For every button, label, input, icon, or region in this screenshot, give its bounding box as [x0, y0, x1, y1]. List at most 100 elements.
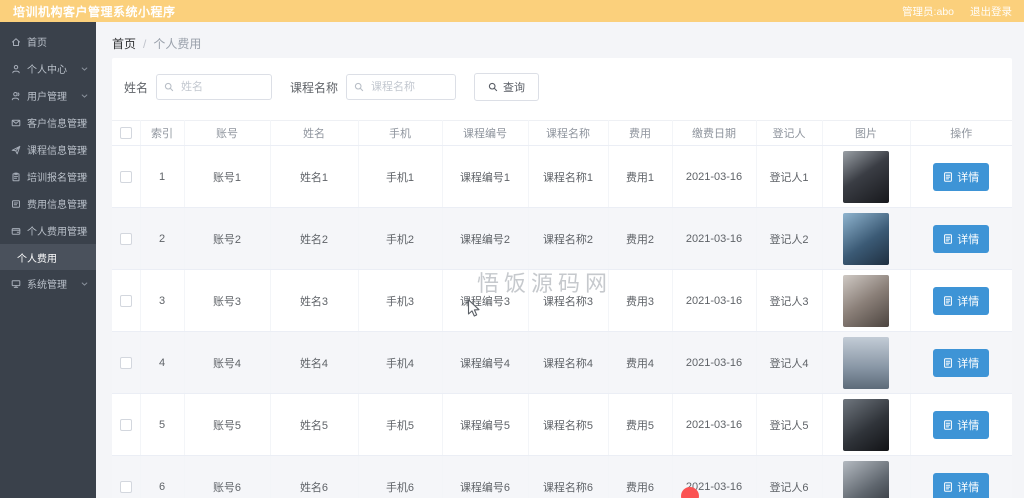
cell-phone: 手机5: [358, 393, 443, 456]
cell-registrant: 登记人3: [756, 269, 823, 332]
cell-registrant: 登记人6: [756, 455, 823, 498]
cell-fee: 费用3: [608, 269, 673, 332]
search-icon: [164, 82, 174, 92]
cell-course-name: 课程名称5: [528, 393, 609, 456]
personal-fee-table: 索引 账号 姓名 手机 课程编号 课程名称 费用 缴费日期 登记人 图片 操作: [112, 120, 1012, 498]
cell-index: 5: [140, 393, 185, 456]
row-checkbox[interactable]: [119, 232, 132, 245]
table-row: 4 账号4 姓名4 手机4 课程编号4 课程名称4 费用4 2021-03-16…: [112, 331, 1012, 394]
cell-course-no: 课程编号6: [442, 455, 529, 498]
sidebar-item-course-info[interactable]: 课程信息管理: [0, 136, 96, 163]
admin-label: 管理员:abo: [902, 5, 954, 18]
column-header-registrant: 登记人: [756, 120, 823, 146]
cell-phone: 手机2: [358, 207, 443, 270]
cell-registrant: 登记人1: [756, 145, 823, 208]
cell-phone: 手机3: [358, 269, 443, 332]
query-button[interactable]: 查询: [474, 73, 540, 101]
document-icon: [944, 171, 953, 182]
chevron-down-icon: [81, 120, 88, 125]
monitor-icon: [11, 279, 21, 288]
cell-pay-date: 2021-03-16: [672, 145, 757, 208]
cell-course-no: 课程编号3: [442, 269, 529, 332]
user-photo: [843, 460, 889, 498]
cell-registrant: 登记人5: [756, 393, 823, 456]
cell-course-no: 课程编号5: [442, 393, 529, 456]
cell-index: 6: [140, 455, 185, 498]
column-header-actions: 操作: [910, 120, 1012, 146]
cell-index: 2: [140, 207, 185, 270]
row-checkbox[interactable]: [119, 480, 132, 493]
column-header-course-name: 课程名称: [528, 120, 609, 146]
cell-name: 姓名3: [270, 269, 359, 332]
cell-fee: 费用4: [608, 331, 673, 394]
home-icon: [12, 37, 20, 46]
logout-link[interactable]: 退出登录: [970, 4, 1012, 19]
cell-fee: 费用2: [608, 207, 673, 270]
chevron-down-icon: [81, 174, 88, 179]
name-label: 姓名: [124, 80, 149, 95]
sidebar-item-personal-center[interactable]: 个人中心: [0, 55, 96, 82]
column-header-name: 姓名: [270, 120, 359, 146]
clipboard-icon: [12, 172, 20, 181]
cell-course-no: 课程编号4: [442, 331, 529, 394]
column-header-photo: 图片: [822, 120, 911, 146]
app-title: 培训机构客户管理系统小程序: [13, 4, 176, 19]
sidebar-item-home[interactable]: 首页: [0, 28, 96, 55]
user-photo: [843, 150, 889, 203]
cell-pay-date: 2021-03-16: [672, 269, 757, 332]
sidebar-item-customer-info[interactable]: 客户信息管理: [0, 109, 96, 136]
wallet-icon: [11, 227, 21, 235]
user-photo: [843, 336, 889, 389]
detail-button[interactable]: 详情: [933, 162, 990, 191]
detail-button[interactable]: 详情: [933, 410, 990, 439]
document-icon: [12, 199, 20, 208]
send-icon: [11, 145, 21, 154]
breadcrumb-current: 个人费用: [153, 37, 202, 51]
column-header-pay-date: 缴费日期: [672, 120, 757, 146]
sidebar-item-system-management[interactable]: 系统管理: [0, 270, 96, 297]
document-icon: [944, 481, 953, 492]
row-checkbox[interactable]: [119, 418, 132, 431]
user-photo: [843, 274, 889, 327]
chevron-up-icon: [81, 228, 88, 233]
cell-fee: 费用1: [608, 145, 673, 208]
detail-button[interactable]: 详情: [933, 472, 990, 498]
cell-fee: 费用5: [608, 393, 673, 456]
floating-red-badge[interactable]: [681, 487, 699, 498]
row-checkbox[interactable]: [119, 356, 132, 369]
cell-registrant: 登记人2: [756, 207, 823, 270]
sidebar-item-training-signup[interactable]: 培训报名管理: [0, 163, 96, 190]
sidebar-item-fee-info[interactable]: 费用信息管理: [0, 190, 96, 217]
sidebar-subitem-personal-fee-active[interactable]: 个人费用: [0, 244, 96, 270]
cell-index: 3: [140, 269, 185, 332]
table-row: 1 账号1 姓名1 手机1 课程编号1 课程名称1 费用1 2021-03-16…: [112, 145, 1012, 208]
detail-button[interactable]: 详情: [933, 286, 990, 315]
content-card: 姓名 课程名称 查询 索引 账号 姓名: [112, 58, 1012, 498]
cell-course-name: 课程名称3: [528, 269, 609, 332]
cell-index: 4: [140, 331, 185, 394]
breadcrumb-separator: /: [143, 36, 147, 51]
breadcrumb-home-link[interactable]: 首页: [112, 35, 136, 52]
column-header-index: 索引: [140, 120, 185, 146]
row-checkbox[interactable]: [119, 294, 132, 307]
cell-name: 姓名1: [270, 145, 359, 208]
sidebar-item-user-management[interactable]: 用户管理: [0, 82, 96, 109]
table-row: 3 账号3 姓名3 手机3 课程编号3 课程名称3 费用3 2021-03-16…: [112, 269, 1012, 332]
cell-course-no: 课程编号1: [442, 145, 529, 208]
cell-account: 账号5: [184, 393, 271, 456]
detail-button[interactable]: 详情: [933, 348, 990, 377]
sidebar-item-personal-fee-management[interactable]: 个人费用管理: [0, 217, 96, 244]
cell-phone: 手机6: [358, 455, 443, 498]
app-header: 培训机构客户管理系统小程序 管理员:abo 退出登录: [0, 0, 1024, 22]
detail-button[interactable]: 详情: [933, 224, 990, 253]
cell-course-name: 课程名称2: [528, 207, 609, 270]
cell-course-name: 课程名称1: [528, 145, 609, 208]
column-header-fee: 费用: [608, 120, 673, 146]
cell-registrant: 登记人4: [756, 331, 823, 394]
select-all-checkbox[interactable]: [119, 127, 132, 140]
row-checkbox[interactable]: [119, 170, 132, 183]
cell-account: 账号3: [184, 269, 271, 332]
chevron-down-icon: [81, 93, 88, 98]
chevron-down-icon: [81, 147, 88, 152]
name-search-input[interactable]: [157, 75, 272, 99]
